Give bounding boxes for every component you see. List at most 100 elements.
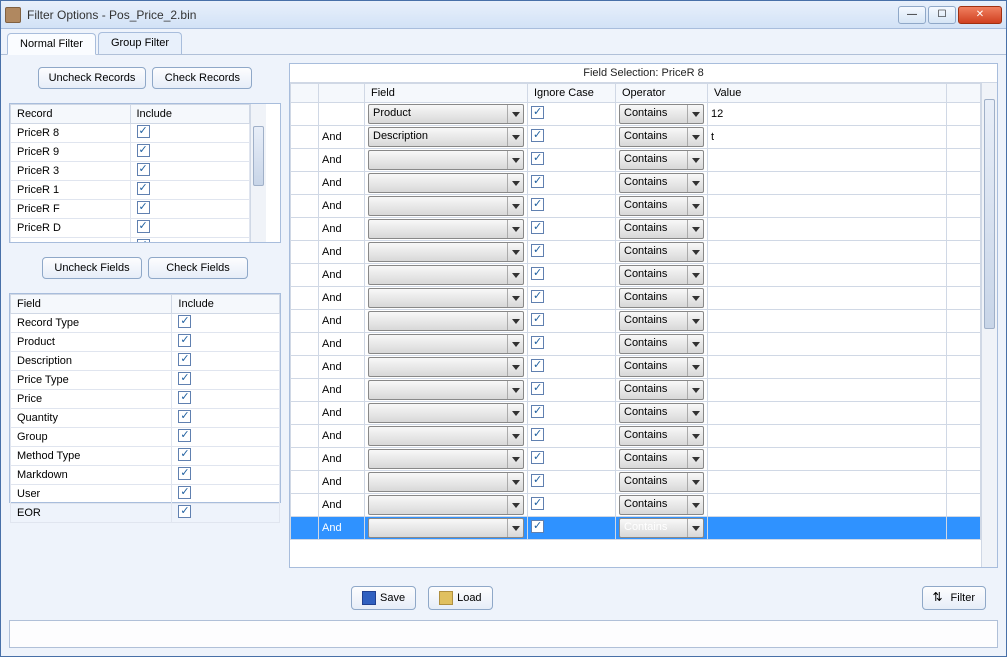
filter-header-blank2[interactable]	[947, 84, 981, 103]
record-name[interactable]: PriceR 8	[11, 124, 131, 143]
ignorecase-checkbox[interactable]	[531, 520, 544, 533]
filter-field-cell[interactable]	[365, 149, 528, 172]
record-name[interactable]: PriceR 9	[11, 143, 131, 162]
field-name[interactable]: Price	[11, 390, 172, 409]
filter-row[interactable]: AndContains	[291, 264, 981, 287]
check-records-button[interactable]: Check Records	[152, 67, 252, 89]
combo-select[interactable]: Contains	[619, 127, 704, 147]
filter-rowhead[interactable]	[291, 471, 319, 494]
combo-select[interactable]	[368, 242, 524, 262]
chevron-down-icon[interactable]	[687, 151, 703, 169]
chevron-down-icon[interactable]	[687, 519, 703, 537]
filter-operator-cell[interactable]: Contains	[616, 494, 708, 517]
field-include-checkbox[interactable]	[178, 448, 191, 461]
filter-rowhead[interactable]	[291, 425, 319, 448]
records-scrollbar-thumb[interactable]	[253, 126, 264, 186]
filter-field-cell[interactable]	[365, 356, 528, 379]
field-include-checkbox[interactable]	[178, 486, 191, 499]
field-name[interactable]: Product	[11, 333, 172, 352]
combo-select[interactable]	[368, 518, 524, 538]
combo-select[interactable]: Contains	[619, 219, 704, 239]
combo-select[interactable]: Contains	[619, 196, 704, 216]
filter-logic-cell[interactable]: And	[319, 402, 365, 425]
chevron-down-icon[interactable]	[687, 335, 703, 353]
filter-rowhead[interactable]	[291, 494, 319, 517]
combo-select[interactable]	[368, 173, 524, 193]
filter-value-cell[interactable]	[708, 218, 947, 241]
field-include-checkbox[interactable]	[178, 429, 191, 442]
record-include-checkbox[interactable]	[137, 201, 150, 214]
field-include-checkbox[interactable]	[178, 353, 191, 366]
chevron-down-icon[interactable]	[687, 289, 703, 307]
filter-ignorecase-cell[interactable]	[528, 172, 616, 195]
filter-logic-cell[interactable]: And	[319, 425, 365, 448]
field-include-cell[interactable]	[172, 466, 280, 485]
field-row[interactable]: Group	[11, 428, 280, 447]
filter-rowhead[interactable]	[291, 287, 319, 310]
combo-select[interactable]	[368, 196, 524, 216]
combo-select[interactable]: Contains	[619, 173, 704, 193]
filter-rowhead[interactable]	[291, 103, 319, 126]
chevron-down-icon[interactable]	[507, 381, 523, 399]
ignorecase-checkbox[interactable]	[531, 267, 544, 280]
chevron-down-icon[interactable]	[507, 450, 523, 468]
filter-ignorecase-cell[interactable]	[528, 149, 616, 172]
filter-row[interactable]: AndContains	[291, 172, 981, 195]
ignorecase-checkbox[interactable]	[531, 152, 544, 165]
ignorecase-checkbox[interactable]	[531, 428, 544, 441]
filter-operator-cell[interactable]: Contains	[616, 379, 708, 402]
filter-button[interactable]: Filter	[922, 586, 986, 610]
filter-operator-cell[interactable]: Contains	[616, 103, 708, 126]
filter-field-cell[interactable]	[365, 494, 528, 517]
record-row[interactable]: PriceR 1	[11, 181, 250, 200]
filter-operator-cell[interactable]: Contains	[616, 195, 708, 218]
record-row[interactable]: PriceR D	[11, 219, 250, 238]
record-include-cell[interactable]	[130, 219, 250, 238]
record-include-checkbox[interactable]	[137, 182, 150, 195]
combo-select[interactable]	[368, 495, 524, 515]
filter-ignorecase-cell[interactable]	[528, 517, 616, 540]
filter-value-cell[interactable]	[708, 494, 947, 517]
ignorecase-checkbox[interactable]	[531, 451, 544, 464]
ignorecase-checkbox[interactable]	[531, 198, 544, 211]
filter-field-cell[interactable]	[365, 264, 528, 287]
filter-header-blank1[interactable]	[291, 84, 319, 103]
field-include-checkbox[interactable]	[178, 505, 191, 518]
filter-field-cell[interactable]	[365, 379, 528, 402]
filter-row[interactable]: AndContains	[291, 310, 981, 333]
filter-rowhead[interactable]	[291, 126, 319, 149]
field-name[interactable]: User	[11, 485, 172, 504]
filter-value-cell[interactable]	[708, 402, 947, 425]
ignorecase-checkbox[interactable]	[531, 244, 544, 257]
combo-select[interactable]	[368, 380, 524, 400]
records-header-include[interactable]: Include	[130, 105, 250, 124]
field-row[interactable]: Markdown	[11, 466, 280, 485]
filter-value-cell[interactable]	[708, 195, 947, 218]
field-row[interactable]: EOR	[11, 504, 280, 523]
filter-value-cell[interactable]	[708, 425, 947, 448]
field-name[interactable]: Quantity	[11, 409, 172, 428]
combo-select[interactable]	[368, 357, 524, 377]
chevron-down-icon[interactable]	[507, 427, 523, 445]
records-header-record[interactable]: Record	[11, 105, 131, 124]
chevron-down-icon[interactable]	[507, 335, 523, 353]
combo-select[interactable]	[368, 288, 524, 308]
ignorecase-checkbox[interactable]	[531, 175, 544, 188]
filter-ignorecase-cell[interactable]	[528, 333, 616, 356]
filter-value-cell[interactable]	[708, 241, 947, 264]
filter-operator-cell[interactable]: Contains	[616, 448, 708, 471]
ignorecase-checkbox[interactable]	[531, 382, 544, 395]
field-include-cell[interactable]	[172, 428, 280, 447]
filter-rowhead[interactable]	[291, 402, 319, 425]
ignorecase-checkbox[interactable]	[531, 359, 544, 372]
chevron-down-icon[interactable]	[687, 496, 703, 514]
filter-field-cell[interactable]: Description	[365, 126, 528, 149]
field-include-cell[interactable]	[172, 447, 280, 466]
filter-operator-cell[interactable]: Contains	[616, 333, 708, 356]
filter-operator-cell[interactable]: Contains	[616, 241, 708, 264]
field-name[interactable]: Record Type	[11, 314, 172, 333]
chevron-down-icon[interactable]	[507, 289, 523, 307]
combo-select[interactable]: Product	[368, 104, 524, 124]
filter-row[interactable]: AndContains	[291, 379, 981, 402]
filter-logic-cell[interactable]: And	[319, 448, 365, 471]
